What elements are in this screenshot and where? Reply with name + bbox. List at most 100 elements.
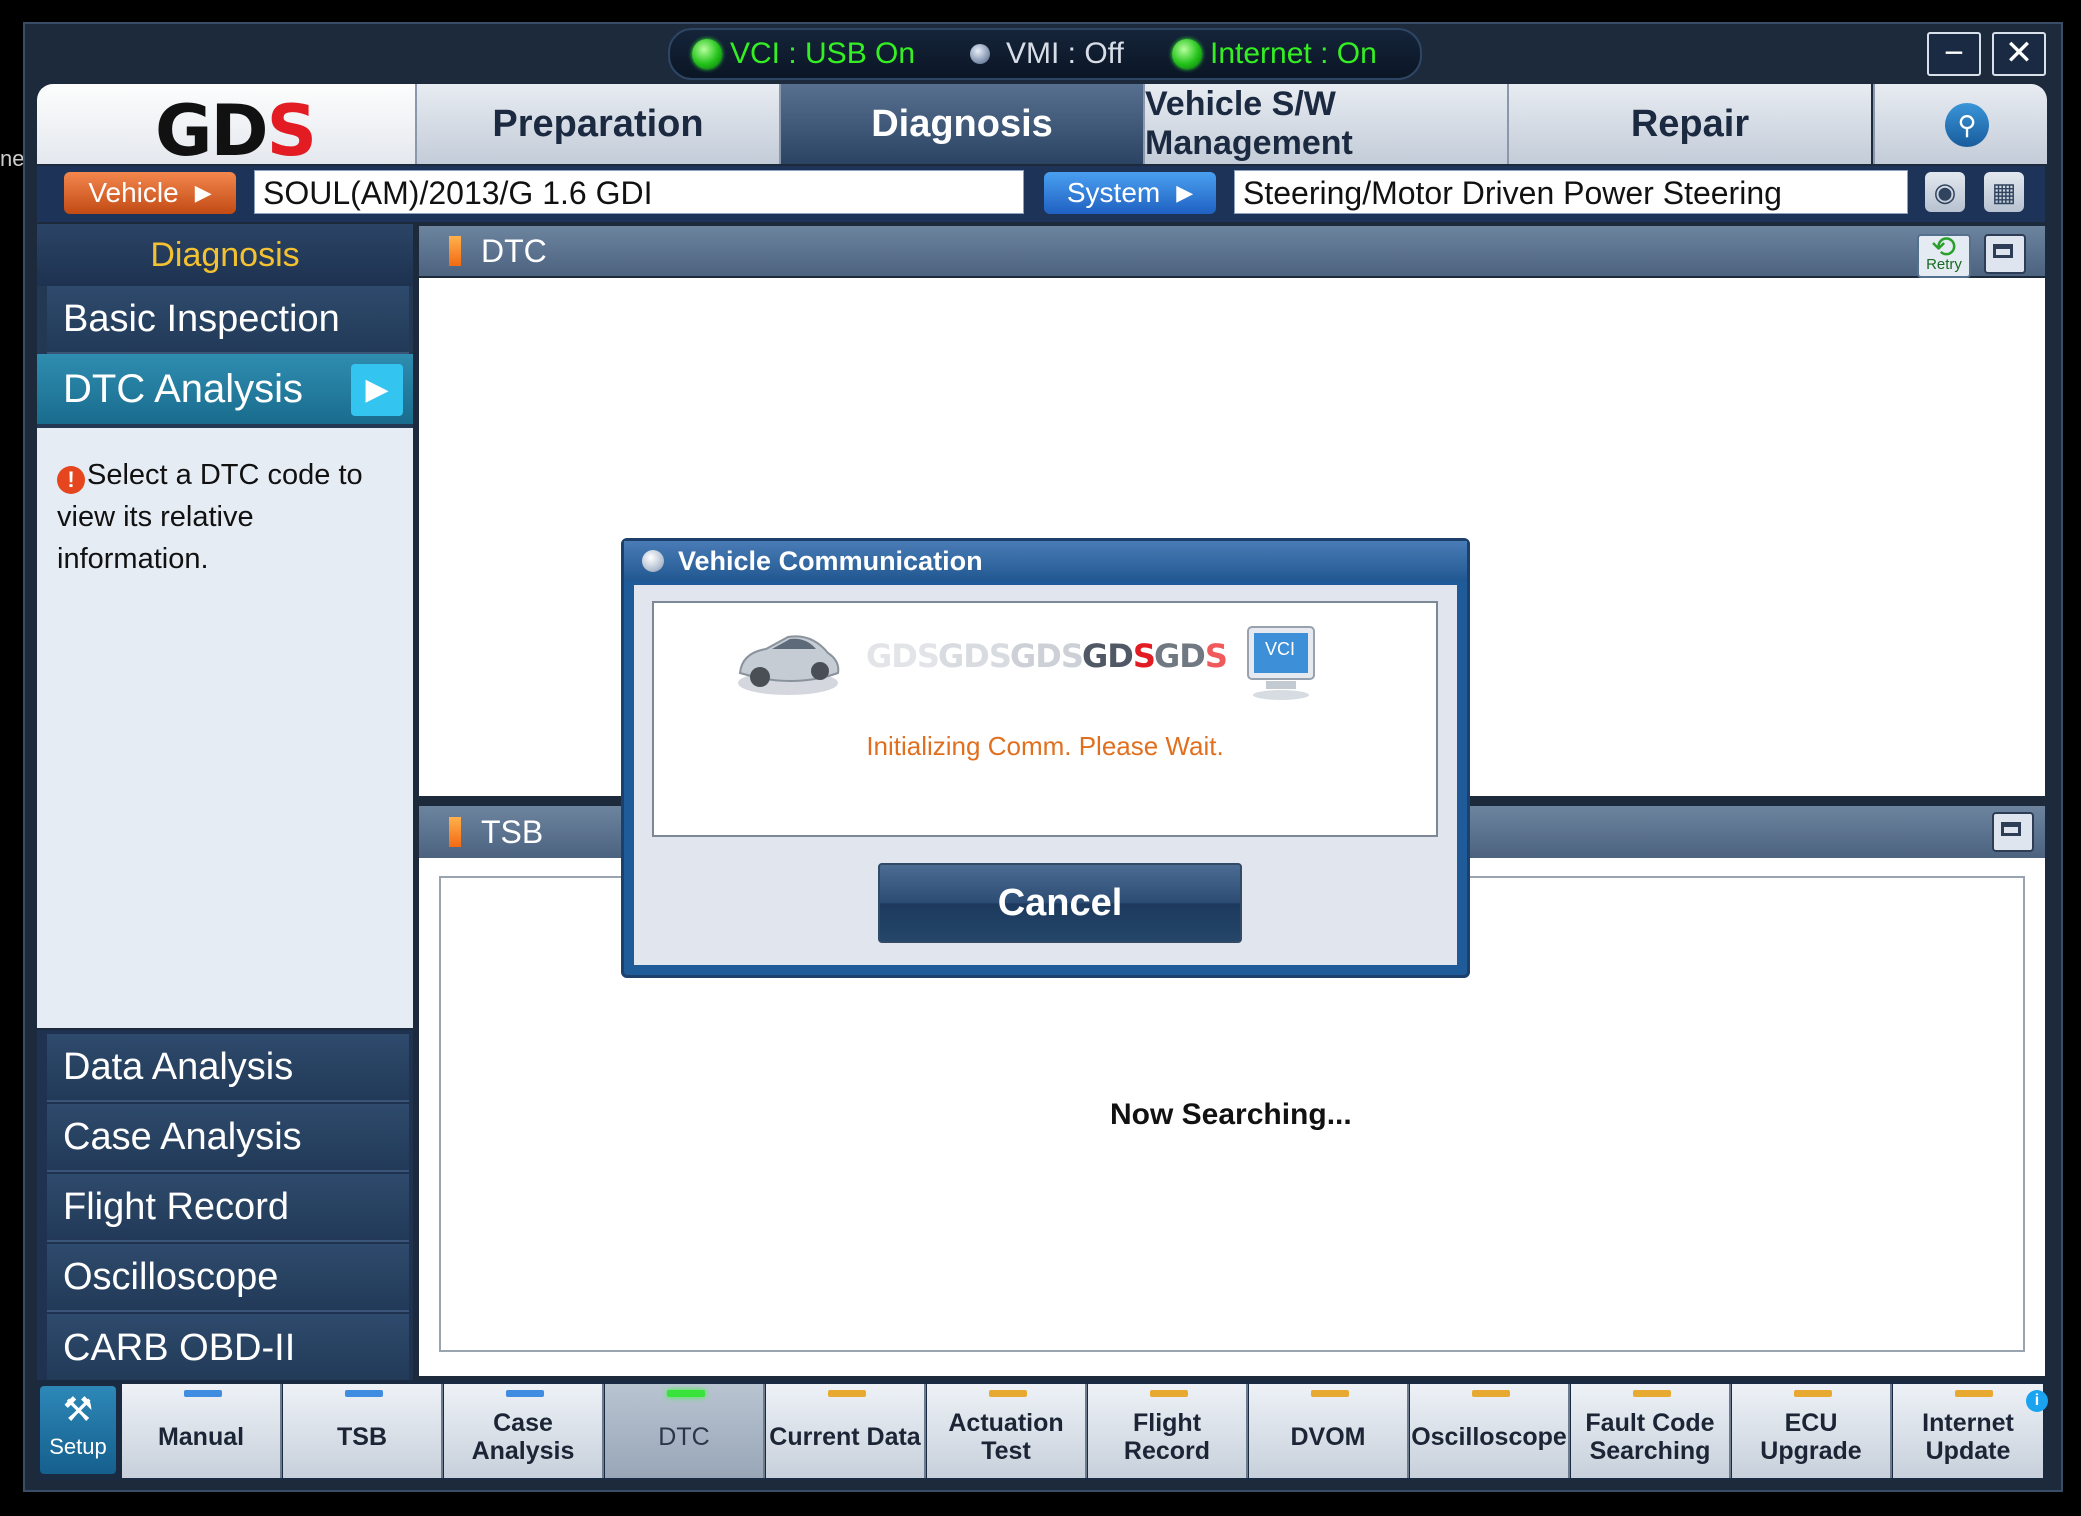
sidebar-item-label: CARB OBD-II bbox=[63, 1326, 296, 1369]
tab-diagnosis[interactable]: Diagnosis bbox=[779, 84, 1143, 164]
progress-logo-icon: GDS bbox=[1010, 637, 1084, 675]
indicator-icon bbox=[989, 1390, 1027, 1397]
sidebar-item-data-analysis[interactable]: Data Analysis bbox=[47, 1034, 409, 1102]
toolbar-ecu-upgrade[interactable]: ECU Upgrade bbox=[1732, 1384, 1892, 1478]
dtc-info-panel: ! Select a DTC code to view its relative … bbox=[37, 428, 413, 1028]
dialog-message: Initializing Comm. Please Wait. bbox=[866, 731, 1224, 761]
search-icon: ⚲ bbox=[1945, 103, 1989, 147]
sidebar-item-label: Flight Record bbox=[63, 1185, 289, 1228]
tsb-searching-text: Now Searching... bbox=[1110, 1098, 1352, 1131]
toolbar-current-data[interactable]: Current Data bbox=[766, 1384, 926, 1478]
info-icon: i bbox=[2026, 1390, 2048, 1412]
arrow-right-icon: ▶ bbox=[194, 180, 212, 205]
indicator-icon bbox=[1311, 1390, 1349, 1397]
internet-led-icon bbox=[1172, 39, 1202, 69]
toolbar-label: Manual bbox=[157, 1423, 245, 1451]
gds-logo-icon: GDS bbox=[155, 90, 317, 172]
sidebar-item-label: Oscilloscope bbox=[63, 1255, 279, 1298]
sidebar-item-carb-obd-ii[interactable]: CARB OBD-II bbox=[47, 1314, 409, 1382]
sidebar-item-flight-record[interactable]: Flight Record bbox=[47, 1174, 409, 1242]
toolbar-label: DVOM bbox=[1290, 1423, 1366, 1451]
camera-icon[interactable]: ◉ bbox=[1925, 172, 1965, 212]
toolbar-label: Current Data bbox=[769, 1423, 921, 1451]
tab-vehicle-sw-management[interactable]: Vehicle S/W Management bbox=[1143, 84, 1507, 164]
toolbar-label: Case Analysis bbox=[471, 1409, 575, 1465]
vehicle-button-label: Vehicle bbox=[88, 177, 179, 208]
toolbar-fault-code-searching[interactable]: Fault Code Searching bbox=[1571, 1384, 1731, 1478]
indicator-icon bbox=[1150, 1390, 1188, 1397]
tab-label: Preparation bbox=[492, 102, 704, 145]
tab-preparation[interactable]: Preparation bbox=[415, 84, 779, 164]
vehicle-communication-dialog: Vehicle Communication GDS GDS GDS GDS GD… bbox=[621, 538, 1470, 978]
toolbar-internet-update[interactable]: Internet Update bbox=[1893, 1384, 2043, 1478]
maximize-dtc-icon[interactable] bbox=[1984, 234, 2026, 274]
system-button[interactable]: System ▶ bbox=[1044, 172, 1216, 214]
vmi-status: VMI : Off bbox=[970, 36, 1124, 72]
system-field: Steering/Motor Driven Power Steering bbox=[1234, 170, 1908, 214]
setup-button[interactable]: ⚒ Setup bbox=[40, 1386, 116, 1474]
toolbar-case-analysis[interactable]: Case Analysis bbox=[444, 1384, 604, 1478]
tab-repair[interactable]: Repair bbox=[1507, 84, 1871, 164]
sidebar-item-oscilloscope[interactable]: Oscilloscope bbox=[47, 1244, 409, 1312]
sidebar-item-case-analysis[interactable]: Case Analysis bbox=[47, 1104, 409, 1172]
search-button[interactable]: ⚲ bbox=[1873, 84, 2047, 164]
dialog-bullet-icon bbox=[642, 550, 664, 572]
info-message: ! Select a DTC code to view its relative … bbox=[57, 454, 397, 580]
vci-label: VCI bbox=[1264, 639, 1295, 659]
internet-status-text: Internet : On bbox=[1210, 37, 1377, 70]
vci-led-icon bbox=[692, 39, 722, 69]
dialog-message-box: GDS GDS GDS GDS GDS VCI Initializing Com… bbox=[652, 601, 1438, 837]
toolbar-label: TSB bbox=[337, 1423, 387, 1451]
toolbar-label: DTC bbox=[658, 1423, 710, 1451]
indicator-icon bbox=[828, 1390, 866, 1397]
panel-marker-icon bbox=[449, 817, 461, 847]
indicator-icon bbox=[667, 1390, 705, 1397]
dtc-panel-header: DTC bbox=[419, 226, 2045, 276]
toolbar-flight-record[interactable]: Flight Record bbox=[1088, 1384, 1248, 1478]
toolbar-label: Fault Code Searching bbox=[1585, 1409, 1715, 1465]
connection-status-bar: VCI : USB On VMI : Off Internet : On bbox=[668, 28, 1422, 80]
progress-logo-icon: GDS bbox=[1082, 637, 1156, 675]
info-text: Select a DTC code to view its relative i… bbox=[57, 459, 363, 575]
toolbar-oscilloscope[interactable]: Oscilloscope bbox=[1410, 1384, 1570, 1478]
progress-logo-icon: GDS bbox=[866, 637, 940, 675]
toolbar-label: Oscilloscope bbox=[1411, 1423, 1567, 1451]
indicator-icon bbox=[1955, 1390, 1993, 1397]
toolbar-label: Actuation Test bbox=[948, 1409, 1064, 1465]
sidebar-item-label: Basic Inspection bbox=[63, 297, 340, 340]
minimize-button[interactable]: − bbox=[1927, 32, 1981, 76]
tab-label: Diagnosis bbox=[871, 102, 1053, 145]
indicator-icon bbox=[1633, 1390, 1671, 1397]
indicator-icon bbox=[506, 1390, 544, 1397]
vci-monitor-icon bbox=[1247, 626, 1315, 700]
tsb-panel-title: TSB bbox=[481, 813, 544, 850]
setup-label: Setup bbox=[49, 1434, 107, 1459]
car-icon bbox=[738, 635, 840, 695]
chevron-right-icon: ▶ bbox=[351, 364, 403, 416]
retry-button[interactable]: Retry bbox=[1917, 234, 1971, 278]
vehicle-button[interactable]: Vehicle ▶ bbox=[64, 172, 236, 214]
sidebar-item-label: Data Analysis bbox=[63, 1045, 294, 1088]
tools-icon: ⚒ bbox=[62, 1391, 94, 1429]
sidebar-item-basic-inspection[interactable]: Basic Inspection bbox=[47, 286, 409, 354]
toolbar-actuation-test[interactable]: Actuation Test bbox=[927, 1384, 1087, 1478]
sidebar-item-label: Case Analysis bbox=[63, 1115, 302, 1158]
maximize-tsb-icon[interactable] bbox=[1992, 812, 2034, 852]
toolbar-dtc[interactable]: DTC bbox=[605, 1384, 765, 1478]
indicator-icon bbox=[184, 1390, 222, 1397]
layout-switch-icon[interactable]: ▦ bbox=[1984, 172, 2024, 212]
toolbar-dvom[interactable]: DVOM bbox=[1249, 1384, 1409, 1478]
sidebar-item-dtc-analysis[interactable]: DTC Analysis ▶ bbox=[37, 354, 413, 424]
dialog-titlebar: Vehicle Communication bbox=[624, 541, 1467, 581]
toolbar-tsb[interactable]: TSB bbox=[283, 1384, 443, 1478]
indicator-icon bbox=[1472, 1390, 1510, 1397]
tab-label: Vehicle S/W Management bbox=[1145, 85, 1353, 162]
warning-icon: ! bbox=[57, 466, 85, 494]
toolbar-manual[interactable]: Manual bbox=[122, 1384, 282, 1478]
vmi-led-icon bbox=[970, 44, 990, 64]
panel-marker-icon bbox=[449, 236, 461, 266]
cancel-button[interactable]: Cancel bbox=[878, 863, 1242, 943]
close-button[interactable]: ✕ bbox=[1992, 32, 2046, 76]
edge-text: ne bbox=[0, 146, 25, 171]
toolbar-label: Internet Update bbox=[1922, 1409, 2014, 1465]
